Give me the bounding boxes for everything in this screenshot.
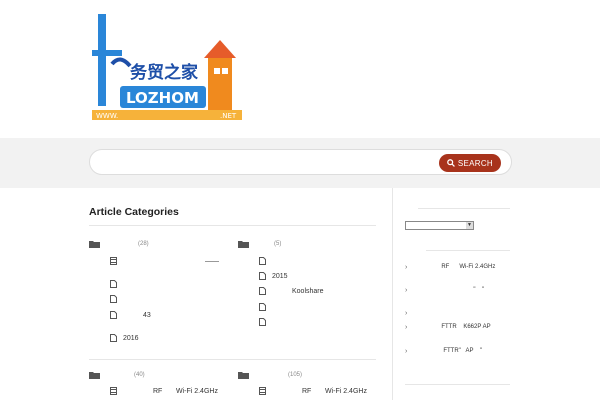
sidebar-link-label: " " [473,287,485,293]
sidebar-link-label: RF Wi-Fi 2.4GHz [441,264,496,270]
document-icon [259,257,266,265]
sidebar-divider [392,188,393,400]
svg-text:WWW.: WWW. [96,112,118,120]
list-item[interactable] [259,303,272,311]
page-title: Article Categories [89,206,179,218]
document-icon [110,311,117,319]
sidebar-link[interactable]: › " " [405,287,484,295]
list-item[interactable] [259,257,272,265]
category-count: (5) [274,241,282,247]
search-icon [447,159,455,167]
category-count: (40) [134,372,145,378]
list-item-label: 2016 [123,334,139,342]
main-content: Article Categories (28) —— 43 2016 (5) 2… [0,188,600,400]
list-item[interactable]: RF Wi-Fi 2.4GHz [110,387,218,395]
list-item[interactable] [110,280,123,288]
list-item[interactable]: 43 [110,311,151,319]
search-button[interactable]: SEARCH [438,154,501,172]
search-input[interactable]: SEARCH [89,149,512,175]
divider [89,225,376,226]
archive-select[interactable]: ▼ [405,221,474,230]
document-icon [259,303,266,311]
document-icon [259,272,266,280]
sidebar-link-label: FTTR K662P AP [441,324,491,330]
document-icon [110,280,117,288]
list-item[interactable]: 2016 [110,334,139,342]
svg-text:LOZHOM: LOZHOM [126,89,199,107]
chevron-right-icon: › [405,310,408,317]
category-count: (28) [138,241,149,247]
list-item[interactable]: RF Wi-Fi 2.4GHz [259,387,367,395]
chevron-down-icon: ▼ [466,222,473,229]
list-item-label: RF Wi-Fi 2.4GHz [153,387,218,395]
svg-text:.NET: .NET [220,112,237,120]
video-icon [259,387,266,395]
divider [405,384,510,385]
document-icon [259,287,266,295]
list-item-label: Koolshare [292,287,324,295]
sidebar-link[interactable]: › RF Wi-Fi 2.4GHz [405,264,495,272]
sidebar-link[interactable]: › FTTR K662P AP [405,324,491,332]
list-item[interactable] [259,318,272,326]
svg-text:务贸之家: 务贸之家 [130,62,198,83]
sidebar-link-label: FTTR" AP " [443,348,483,354]
folder-icon [238,372,249,379]
list-item[interactable] [110,295,123,303]
video-icon [110,257,117,265]
divider [426,250,510,251]
video-icon [110,387,117,395]
list-item-label: RF Wi-Fi 2.4GHz [302,387,367,395]
chevron-right-icon: › [405,264,408,271]
chevron-right-icon: › [405,348,408,355]
list-item-label: 2015 [272,272,288,280]
list-item-label: —— [205,257,219,265]
folder-icon [89,372,100,379]
document-icon [110,334,117,342]
list-item-label: 43 [143,311,151,319]
search-band: SEARCH [0,138,600,188]
folder-icon [238,241,249,248]
category-count: (105) [288,372,303,378]
list-item[interactable]: 2015 [259,272,288,280]
site-header: 务贸之家 LOZHOM WWW. .NET [0,0,600,138]
folder-icon [89,241,100,248]
list-item[interactable]: —— [110,257,219,265]
list-item[interactable]: Koolshare [259,287,324,295]
document-icon [259,318,266,326]
search-button-label: SEARCH [457,158,493,168]
sidebar-link[interactable]: › FTTR" AP " [405,348,482,356]
site-logo[interactable]: 务贸之家 LOZHOM WWW. .NET [90,12,246,124]
divider [418,208,510,209]
sidebar-link[interactable]: › [405,310,411,318]
divider [89,359,376,360]
chevron-right-icon: › [405,324,408,331]
document-icon [110,295,117,303]
chevron-right-icon: › [405,287,408,294]
